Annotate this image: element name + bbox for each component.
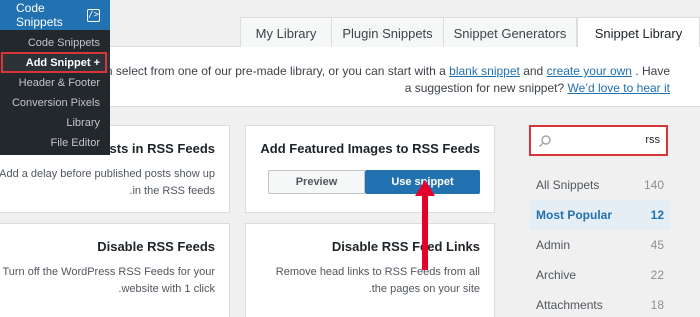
- intro-and: and: [523, 64, 544, 78]
- sidebar-title: Code Snippets: [16, 1, 63, 29]
- suggestion-link[interactable]: We’d love to hear it: [568, 81, 671, 95]
- tab-my-library[interactable]: My Library: [240, 17, 332, 48]
- card-description: Turn off the WordPress RSS Feeds for you…: [2, 266, 215, 295]
- admin-sidebar: Code Snippets /> Code Snippets Add Snipp…: [0, 0, 110, 155]
- code-icon: />: [87, 8, 100, 22]
- blank-snippet-link[interactable]: blank snippet: [449, 64, 520, 78]
- card-title: Posts in RSS Feeds: [92, 141, 215, 156]
- sidebar-item-conversion-pixels[interactable]: Conversion Pixels: [0, 93, 110, 113]
- category-most-popular[interactable]: Most Popular 12: [530, 200, 670, 230]
- category-count: 18: [650, 298, 664, 312]
- create-own-link[interactable]: create your own: [547, 64, 632, 78]
- card-description: Remove head links to RSS Feeds from all …: [275, 266, 480, 295]
- intro-text: can select from one of our pre-made libr…: [90, 63, 670, 97]
- annotation-arrow-icon: [415, 180, 435, 270]
- intro-part1: can select from one of our pre-made libr…: [93, 64, 446, 78]
- category-label: Archive: [536, 268, 577, 282]
- category-label: Most Popular: [536, 208, 613, 222]
- category-admin[interactable]: Admin 45: [530, 230, 670, 260]
- category-label: Attachments: [536, 298, 603, 312]
- category-count: 12: [650, 208, 664, 222]
- card-title: Disable RSS Feed Links: [331, 239, 480, 254]
- sidebar-item-file-editor[interactable]: File Editor: [0, 133, 110, 153]
- tab-plugin-snippets[interactable]: Plugin Snippets: [331, 17, 444, 48]
- card-description: Add a delay before published posts show …: [0, 168, 215, 197]
- sidebar-item-code-snippets[interactable]: Code Snippets: [0, 33, 110, 53]
- category-count: 22: [650, 268, 664, 282]
- search-icon: [538, 135, 551, 148]
- snippet-card[interactable]: Disable RSS Feed Links Remove head links…: [245, 223, 495, 317]
- card-title: Disable RSS Feeds: [97, 239, 215, 254]
- snippet-card[interactable]: Disable RSS Feeds Turn off the WordPress…: [0, 223, 230, 317]
- search-input[interactable]: rss: [529, 125, 668, 156]
- snippet-card-featured-images[interactable]: Add Featured Images to RSS Feeds Preview…: [245, 125, 495, 213]
- category-count: 140: [643, 178, 664, 192]
- tab-snippet-generators[interactable]: Snippet Generators: [443, 17, 577, 48]
- search-value: rss: [645, 134, 660, 146]
- category-archive[interactable]: Archive 22: [530, 260, 670, 290]
- card-title: Add Featured Images to RSS Feeds: [260, 141, 480, 156]
- highlight-box: [1, 52, 107, 73]
- category-all-snippets[interactable]: All Snippets 140: [530, 170, 670, 200]
- preview-button[interactable]: Preview: [268, 170, 365, 194]
- category-label: All Snippets: [536, 178, 600, 192]
- category-list: All Snippets 140 Most Popular 12 Admin 4…: [530, 170, 670, 317]
- sidebar-item-library[interactable]: Library: [0, 113, 110, 133]
- category-count: 45: [650, 238, 664, 252]
- category-label: Admin: [536, 238, 571, 252]
- sidebar-item-header-footer[interactable]: Header & Footer: [0, 73, 110, 93]
- sidebar-header[interactable]: Code Snippets />: [0, 0, 110, 30]
- tab-snippet-library[interactable]: Snippet Library: [577, 17, 700, 48]
- category-attachments[interactable]: Attachments 18: [530, 290, 670, 317]
